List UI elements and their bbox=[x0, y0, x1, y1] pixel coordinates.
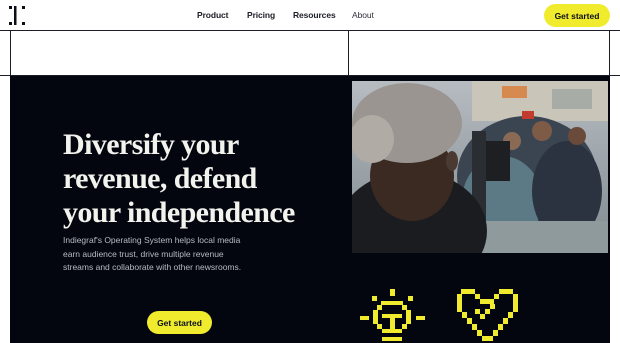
hero-title-line-1: Diversify your bbox=[63, 128, 239, 161]
nav-get-started-button[interactable]: Get started bbox=[544, 4, 610, 27]
hero-get-started-button[interactable]: Get started bbox=[147, 311, 212, 334]
nav-link-pricing[interactable]: Pricing bbox=[247, 10, 275, 20]
hero-title: Diversify your revenue, defend your inde… bbox=[63, 128, 343, 230]
frame-line-middle bbox=[348, 31, 349, 76]
protest-photo-illustration bbox=[352, 81, 608, 253]
hero-title-line-2: revenue, defend bbox=[63, 162, 257, 195]
nav-link-resources[interactable]: Resources bbox=[293, 10, 336, 20]
hero-title-line-3: your independence bbox=[63, 196, 295, 229]
hero-section: Diversify your revenue, defend your inde… bbox=[10, 76, 610, 343]
top-navigation: Product Pricing Resources About Get star… bbox=[0, 0, 620, 31]
nav-links: Product Pricing Resources About bbox=[0, 10, 620, 22]
heart-icon bbox=[457, 289, 518, 341]
nav-link-product[interactable]: Product bbox=[197, 10, 229, 20]
lightbulb-icon bbox=[360, 289, 425, 341]
hero-description: Indiegraf's Operating System helps local… bbox=[63, 235, 242, 272]
nav-link-about[interactable]: About bbox=[352, 10, 374, 20]
hero-photo bbox=[352, 81, 608, 253]
frame-line-right bbox=[609, 31, 610, 76]
